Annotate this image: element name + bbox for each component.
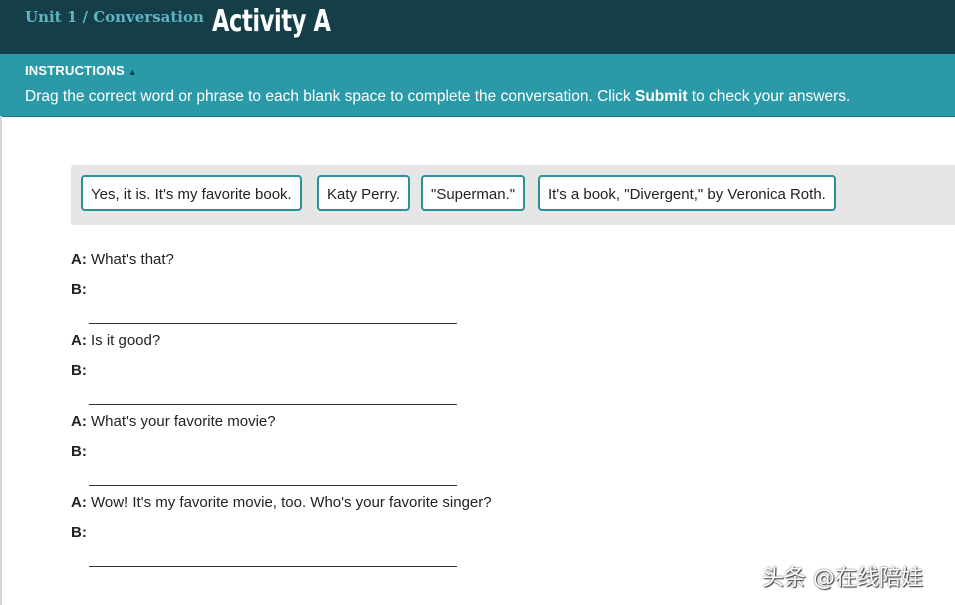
speaker-b-label: B:	[71, 362, 87, 379]
speaker-a-line: A: What's that?	[71, 251, 174, 268]
instructions-text: Drag the correct word or phrase to each …	[25, 88, 850, 106]
speaker-a-label: A:	[71, 494, 87, 511]
drop-blank-1[interactable]	[89, 297, 457, 324]
speaker-b-line: B:	[71, 443, 457, 486]
instructions-submit-word: Submit	[634, 88, 688, 105]
header-bar: Unit 1 / Conversation Activity A	[0, 0, 955, 54]
instructions-text-after: to check your answers.	[687, 88, 851, 105]
left-divider	[0, 116, 2, 605]
watermark: 头条 @在线陪娃	[762, 566, 923, 591]
page-title: Activity A	[212, 4, 331, 39]
speaker-a-text: Wow! It's my favorite movie, too. Who's …	[86, 494, 492, 511]
speaker-b-line: B:	[71, 524, 457, 567]
instructions-label: INSTRUCTIONS	[25, 63, 125, 78]
unit-breadcrumb[interactable]: Unit 1 / Conversation	[25, 8, 204, 26]
speaker-a-label: A:	[71, 332, 87, 349]
drop-blank-4[interactable]	[89, 540, 457, 567]
speaker-b-line: B:	[71, 281, 457, 324]
speaker-a-line: A: Wow! It's my favorite movie, too. Who…	[71, 494, 492, 511]
answer-chip-1[interactable]: Yes, it is. It's my favorite book.	[81, 175, 302, 211]
instructions-panel: INSTRUCTIONS ▲ Drag the correct word or p…	[0, 54, 955, 117]
speaker-b-line: B:	[71, 362, 457, 405]
speaker-b-label: B:	[71, 281, 87, 298]
word-bank: Yes, it is. It's my favorite book. Katy …	[71, 165, 955, 225]
instructions-toggle[interactable]: INSTRUCTIONS ▲	[25, 63, 137, 78]
answer-chip-3[interactable]: "Superman."	[421, 175, 526, 211]
speaker-b-label: B:	[71, 524, 87, 541]
drop-blank-3[interactable]	[89, 459, 457, 486]
speaker-b-label: B:	[71, 443, 87, 460]
speaker-a-line: A: Is it good?	[71, 332, 160, 349]
speaker-a-text: What's that?	[86, 251, 174, 268]
drop-blank-2[interactable]	[89, 378, 457, 405]
answer-chip-4[interactable]: It's a book, "Divergent," by Veronica Ro…	[538, 175, 836, 211]
speaker-a-label: A:	[71, 251, 87, 268]
instructions-text-before: Drag the correct word or phrase to each …	[25, 88, 635, 105]
triangle-up-icon[interactable]: ▲	[128, 67, 137, 77]
answer-chip-2[interactable]: Katy Perry.	[317, 175, 411, 211]
speaker-a-label: A:	[71, 413, 87, 430]
speaker-a-text: Is it good?	[86, 332, 161, 349]
speaker-a-text: What's your favorite movie?	[86, 413, 276, 430]
speaker-a-line: A: What's your favorite movie?	[71, 413, 276, 430]
